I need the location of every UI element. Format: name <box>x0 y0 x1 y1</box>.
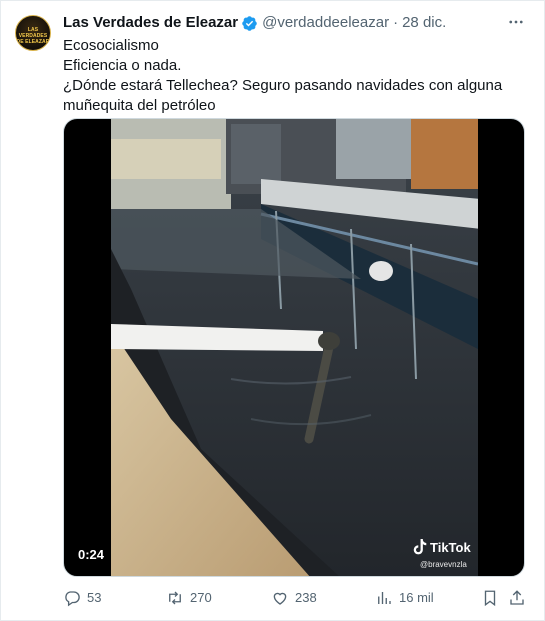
tweet-header: Las Verdades de Eleazar @verdaddeeleazar… <box>63 14 446 32</box>
retweet-button[interactable]: 270 <box>166 589 212 607</box>
separator: · <box>393 14 399 31</box>
tweet-text-line: ¿Dónde estará Tellechea? Seguro pasando … <box>63 77 503 94</box>
avatar-label: LAS VERDADES DE ELEAZAR <box>16 27 50 45</box>
tweet-text-line: muñequita del petróleo <box>63 97 216 114</box>
tweet-text: Ecosocialismo Eficiencia o nada. ¿Dónde … <box>63 36 503 116</box>
video-still-image <box>111 119 478 576</box>
avatar[interactable]: LAS VERDADES DE ELEAZAR <box>15 15 51 51</box>
reply-icon <box>65 591 80 607</box>
video-time-badge: 0:24 <box>72 545 111 564</box>
retweet-count: 270 <box>190 590 212 605</box>
like-button[interactable]: 238 <box>271 589 317 607</box>
tweet-text-line: Ecosocialismo <box>63 37 159 54</box>
tiktok-user: @bravevnzla <box>420 560 467 569</box>
share-icon <box>510 590 524 605</box>
like-count: 238 <box>295 590 317 605</box>
views-button[interactable]: 16 mil <box>375 589 434 607</box>
bookmark-icon <box>484 590 496 607</box>
more-icon <box>509 20 523 24</box>
reply-button[interactable]: 53 <box>63 589 101 607</box>
action-bar: 53 270 238 16 mil <box>63 589 533 609</box>
tiktok-logo-icon <box>413 539 427 555</box>
video-frame[interactable] <box>111 119 478 576</box>
retweet-icon <box>169 591 181 605</box>
tweet-card[interactable]: LAS VERDADES DE ELEAZAR Las Verdades de … <box>0 0 545 621</box>
views-count: 16 mil <box>399 590 434 605</box>
video-player[interactable]: 0:24 TikTok @bravevnzla <box>63 118 525 577</box>
tweet-text-line: Eficiencia o nada. <box>63 57 182 74</box>
bookmark-button[interactable] <box>481 589 505 607</box>
tweet-date[interactable]: 28 dic. <box>402 14 446 32</box>
more-button[interactable] <box>505 11 527 33</box>
views-icon <box>378 592 391 604</box>
tiktok-watermark-label: TikTok <box>430 539 471 555</box>
like-icon <box>273 592 287 605</box>
handle[interactable]: @verdaddeeleazar <box>262 14 389 32</box>
reply-count: 53 <box>87 590 102 605</box>
verified-badge-icon <box>242 15 257 31</box>
share-button[interactable] <box>508 589 532 607</box>
display-name[interactable]: Las Verdades de Eleazar <box>63 14 238 32</box>
tiktok-watermark: TikTok <box>413 539 471 555</box>
